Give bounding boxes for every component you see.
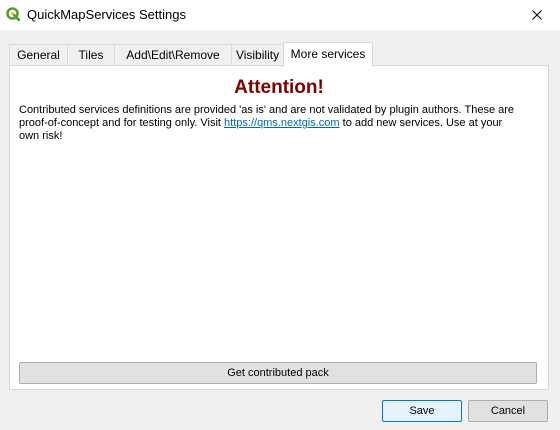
qms-link[interactable]: https://qms.nextgis.com <box>224 117 340 129</box>
title-bar: QuickMapServices Settings <box>0 0 560 30</box>
save-button[interactable]: Save <box>382 400 462 422</box>
qgis-icon <box>6 7 21 22</box>
cancel-button[interactable]: Cancel <box>468 400 548 422</box>
window-title: QuickMapServices Settings <box>27 7 186 22</box>
get-contributed-pack-button[interactable]: Get contributed pack <box>19 362 537 384</box>
tab-more-services[interactable]: More services <box>283 42 373 67</box>
tab-visibility[interactable]: Visibility <box>231 44 284 65</box>
tab-general[interactable]: General <box>9 44 68 65</box>
attention-heading: Attention! <box>234 77 324 98</box>
settings-dialog: QuickMapServices Settings General Tiles … <box>0 0 560 430</box>
tab-tiles[interactable]: Tiles <box>67 44 115 65</box>
tab-add-edit-remove[interactable]: Add\Edit\Remove <box>114 44 232 65</box>
more-services-panel: Attention! Contributed services definiti… <box>9 65 549 390</box>
close-button[interactable] <box>514 0 560 30</box>
close-icon <box>532 10 542 20</box>
notice-text: Contributed services definitions are pro… <box>19 104 524 143</box>
